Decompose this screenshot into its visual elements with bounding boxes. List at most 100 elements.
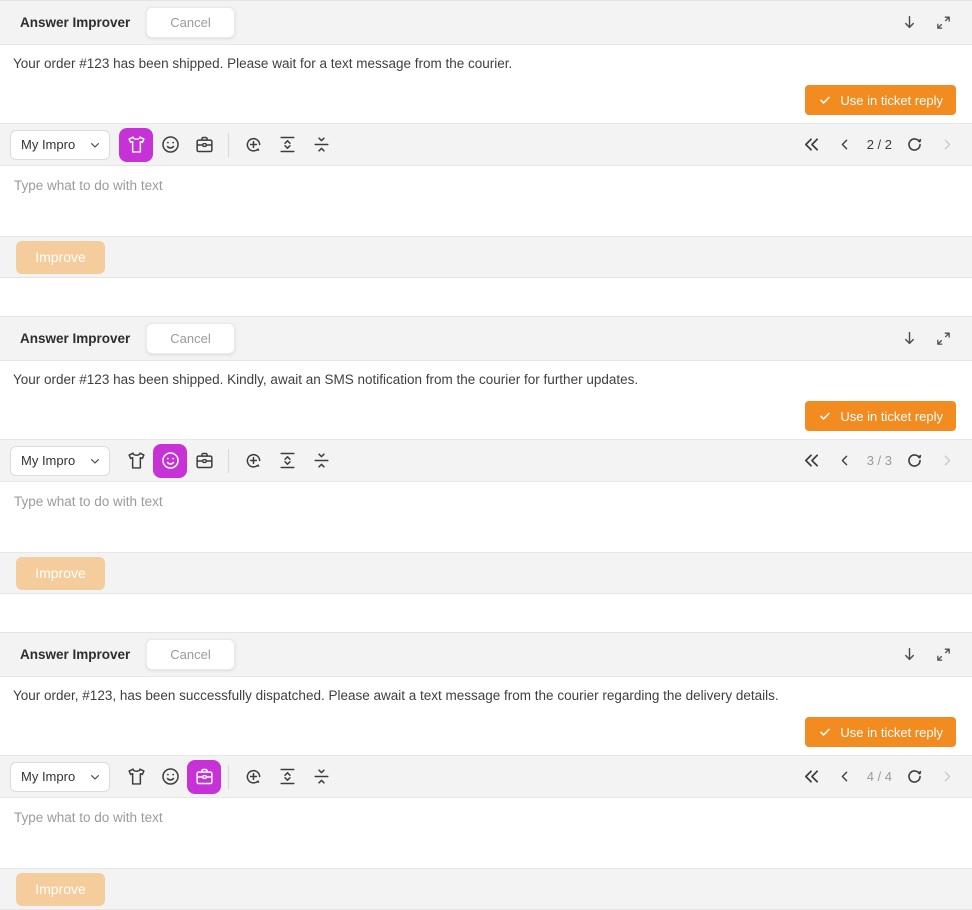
- answer-area: Your order #123 has been shipped. Please…: [0, 45, 972, 123]
- cancel-button[interactable]: Cancel: [146, 323, 234, 354]
- tone-friendly-button[interactable]: [153, 128, 187, 162]
- prompt-input[interactable]: [0, 166, 972, 236]
- panel-footer: Improve: [0, 868, 972, 909]
- answer-improver-panel: Answer Improver Cancel Your order #123 h…: [0, 316, 972, 594]
- regenerate-button[interactable]: [903, 450, 925, 472]
- rephrase-button[interactable]: [236, 128, 270, 162]
- check-icon: [818, 725, 832, 739]
- check-icon: [818, 93, 832, 107]
- prompt-input[interactable]: [0, 798, 972, 868]
- expand-text-icon: [277, 450, 298, 471]
- tone-professional-button[interactable]: [187, 128, 221, 162]
- double-chevron-left-icon: [801, 134, 822, 155]
- regenerate-button[interactable]: [903, 134, 925, 156]
- use-in-ticket-reply-button[interactable]: Use in ticket reply: [805, 401, 956, 431]
- prev-page-button[interactable]: [834, 450, 856, 472]
- briefcase-icon: [194, 766, 215, 787]
- shorten-text-icon: [311, 450, 332, 471]
- arrow-down-icon: [900, 645, 919, 664]
- tshirt-icon: [126, 134, 147, 155]
- next-page-button[interactable]: [936, 134, 958, 156]
- page-title: Answer Improver: [20, 647, 130, 662]
- expand-window-button[interactable]: [930, 326, 956, 352]
- open-in-full-icon: [935, 646, 952, 663]
- prev-page-button[interactable]: [834, 766, 856, 788]
- expand-text-button[interactable]: [270, 128, 304, 162]
- preset-select[interactable]: My Impro: [10, 446, 110, 476]
- panel-footer: Improve: [0, 236, 972, 277]
- cancel-button[interactable]: Cancel: [146, 7, 234, 38]
- insert-answer-button[interactable]: [896, 10, 922, 36]
- expand-text-icon: [277, 766, 298, 787]
- header-actions: [896, 642, 956, 668]
- chevron-down-icon: [87, 453, 103, 469]
- improve-toolbar: My Impro 3 / 3: [0, 439, 972, 482]
- double-chevron-left-icon: [801, 766, 822, 787]
- preset-label: My Impro: [21, 453, 87, 468]
- toolbar-divider: [228, 449, 229, 473]
- expand-text-icon: [277, 134, 298, 155]
- chevron-down-icon: [87, 769, 103, 785]
- answer-text: Your order #123 has been shipped. Kindly…: [0, 361, 972, 387]
- insert-answer-button[interactable]: [896, 326, 922, 352]
- prompt-input[interactable]: [0, 482, 972, 552]
- next-page-button[interactable]: [936, 766, 958, 788]
- tone-casual-button[interactable]: [119, 444, 153, 478]
- answer-area: Your order #123 has been shipped. Kindly…: [0, 361, 972, 439]
- improve-button[interactable]: Improve: [16, 873, 105, 906]
- use-in-ticket-reply-button[interactable]: Use in ticket reply: [805, 85, 956, 115]
- expand-text-button[interactable]: [270, 760, 304, 794]
- tone-friendly-button[interactable]: [153, 760, 187, 794]
- shorten-text-button[interactable]: [304, 128, 338, 162]
- expand-window-button[interactable]: [930, 642, 956, 668]
- preset-label: My Impro: [21, 769, 87, 784]
- double-chevron-left-icon: [801, 450, 822, 471]
- shorten-text-icon: [311, 134, 332, 155]
- header-actions: [896, 326, 956, 352]
- page-indicator: 2 / 2: [867, 137, 892, 152]
- refresh-icon: [905, 767, 924, 786]
- page-title: Answer Improver: [20, 15, 130, 30]
- refresh-icon: [905, 135, 924, 154]
- prev-page-button[interactable]: [834, 134, 856, 156]
- tshirt-icon: [126, 766, 147, 787]
- header-actions: [896, 10, 956, 36]
- tone-professional-button[interactable]: [187, 444, 221, 478]
- pagination: 2 / 2: [801, 134, 958, 156]
- toolbar-divider: [228, 765, 229, 789]
- tone-casual-button[interactable]: [119, 760, 153, 794]
- first-page-button[interactable]: [801, 766, 823, 788]
- expand-window-button[interactable]: [930, 10, 956, 36]
- next-page-button[interactable]: [936, 450, 958, 472]
- rephrase-button[interactable]: [236, 760, 270, 794]
- refresh-icon: [905, 451, 924, 470]
- tone-professional-button[interactable]: [187, 760, 221, 794]
- rephrase-button[interactable]: [236, 444, 270, 478]
- tshirt-icon: [126, 450, 147, 471]
- answer-text: Your order, #123, has been successfully …: [0, 677, 972, 703]
- arrow-down-icon: [900, 13, 919, 32]
- page-indicator: 3 / 3: [867, 453, 892, 468]
- first-page-button[interactable]: [801, 134, 823, 156]
- tone-friendly-button[interactable]: [153, 444, 187, 478]
- cancel-button[interactable]: Cancel: [146, 639, 234, 670]
- improve-button[interactable]: Improve: [16, 241, 105, 274]
- first-page-button[interactable]: [801, 450, 823, 472]
- chevron-right-icon: [939, 452, 956, 469]
- briefcase-icon: [194, 134, 215, 155]
- improve-button[interactable]: Improve: [16, 557, 105, 590]
- insert-answer-button[interactable]: [896, 642, 922, 668]
- expand-text-button[interactable]: [270, 444, 304, 478]
- tone-casual-button[interactable]: [119, 128, 153, 162]
- chevron-left-icon: [836, 136, 853, 153]
- preset-select[interactable]: My Impro: [10, 130, 110, 160]
- shorten-text-button[interactable]: [304, 444, 338, 478]
- preset-select[interactable]: My Impro: [10, 762, 110, 792]
- prompt-area: [0, 482, 972, 552]
- chevron-left-icon: [836, 452, 853, 469]
- rephrase-icon: [243, 450, 264, 471]
- shorten-text-button[interactable]: [304, 760, 338, 794]
- improve-toolbar: My Impro 2 / 2: [0, 123, 972, 166]
- use-in-ticket-reply-button[interactable]: Use in ticket reply: [805, 717, 956, 747]
- regenerate-button[interactable]: [903, 766, 925, 788]
